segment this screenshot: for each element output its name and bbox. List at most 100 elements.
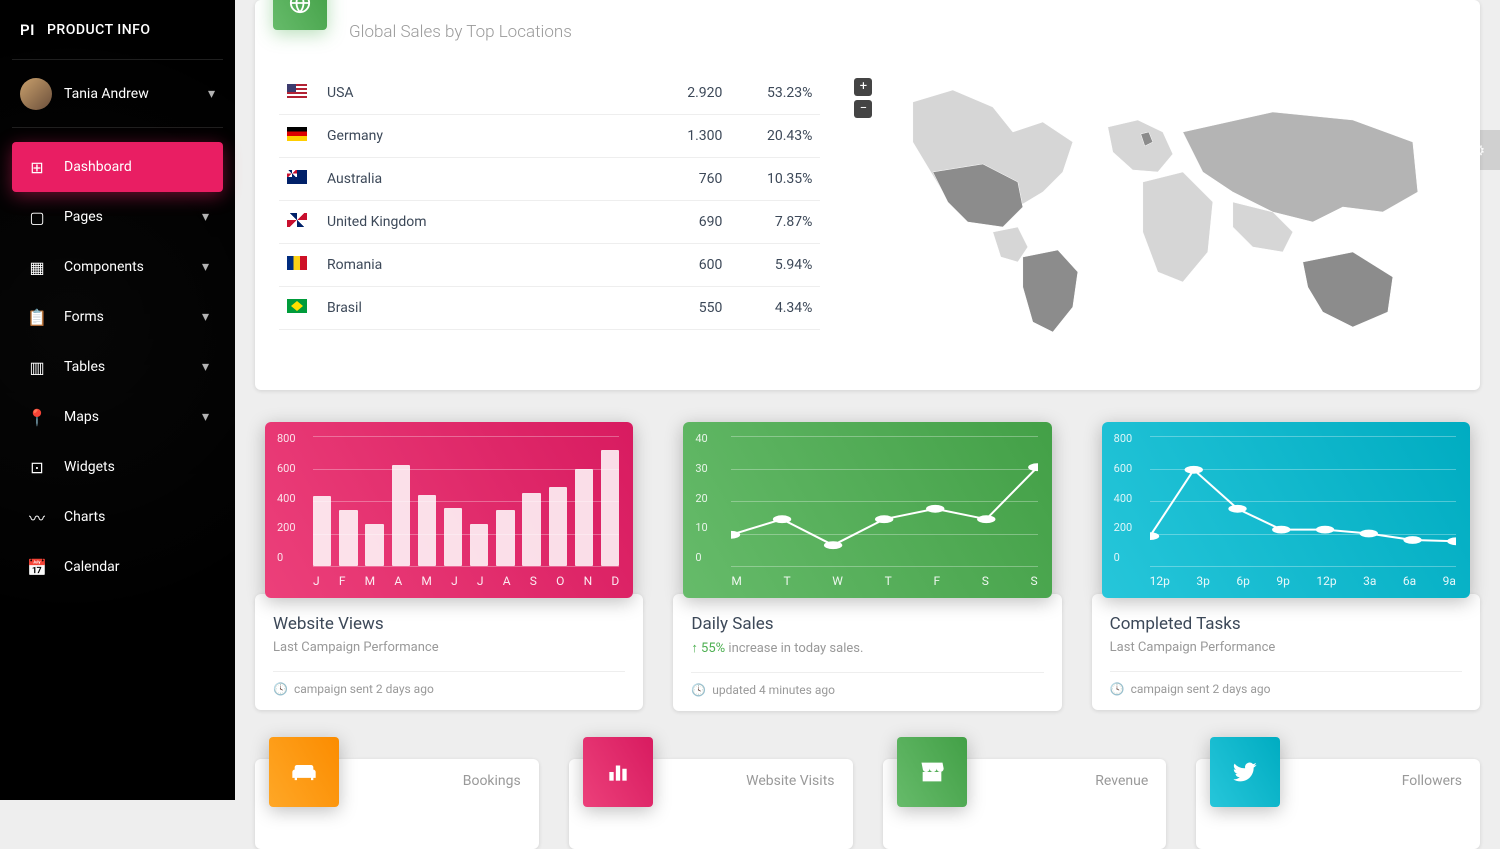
country-name: Brasil [319, 287, 640, 330]
sales-value: 550 [640, 287, 730, 330]
chart-title: Daily Sales [691, 614, 1043, 634]
nav-item-components[interactable]: ▦ Components ▾ [12, 242, 223, 292]
table-row: USA2.92053.23% [279, 72, 820, 115]
stat-card-revenue: Revenue [883, 759, 1167, 849]
chart-subtitle: Last Campaign Performance [273, 640, 625, 655]
flag-icon [287, 127, 307, 141]
mini-chart: 8006004002000 12p3p6p9p12p3a6a9a [1102, 422, 1470, 598]
chart-title: Website Views [273, 614, 625, 634]
x-axis: MTWTFSS [731, 574, 1037, 588]
nav-label: Components [64, 259, 144, 275]
stats-row: Bookings Website Visits Revenue Follower… [255, 759, 1480, 849]
stat-card-followers: Followers [1196, 759, 1480, 849]
main: Global Sales by Top Locations USA2.92053… [235, 0, 1500, 849]
table-row: Romania6005.94% [279, 244, 820, 287]
sales-value: 690 [640, 201, 730, 244]
plot-area [1150, 436, 1456, 566]
bar [444, 508, 462, 567]
map-svg [850, 72, 1456, 362]
y-axis: 8006004002000 [1114, 432, 1133, 564]
flag-icon [287, 84, 307, 98]
map-zoom-in[interactable]: + [854, 78, 872, 96]
nav-item-forms[interactable]: 📋 Forms ▾ [12, 292, 223, 342]
country-name: United Kingdom [319, 201, 640, 244]
nav-label: Forms [64, 309, 104, 325]
chevron-down-icon: ▾ [202, 359, 209, 375]
chevron-down-icon: ▾ [202, 309, 209, 325]
nav-label: Tables [64, 359, 105, 375]
nav-icon: ⊡ [26, 456, 48, 478]
chevron-down-icon: ▾ [202, 209, 209, 225]
plot-area [731, 436, 1037, 566]
sidebar: PI PRODUCT INFO Tania Andrew ▾ ⊞ Dashboar… [0, 0, 235, 800]
chevron-down-icon: ▾ [208, 86, 215, 102]
sales-value: 2.920 [640, 72, 730, 115]
flag-icon [287, 256, 307, 270]
nav-label: Maps [64, 409, 99, 425]
bar [418, 495, 436, 567]
chevron-down-icon: ▾ [202, 259, 209, 275]
nav-icon: ▥ [26, 356, 48, 378]
nav-icon: ▦ [26, 256, 48, 278]
table-row: Germany1.30020.43% [279, 115, 820, 158]
chart-footer: updated 4 minutes ago [712, 683, 835, 697]
global-sales-title: Global Sales by Top Locations [349, 22, 572, 42]
brand[interactable]: PI PRODUCT INFO [12, 0, 223, 60]
y-axis: 8006004002000 [277, 432, 296, 564]
nav-icon: 〰 [26, 506, 48, 528]
world-map[interactable]: + − [850, 72, 1456, 366]
chart-footer: campaign sent 2 days ago [294, 682, 434, 696]
nav-icon: 📋 [26, 306, 48, 328]
clock-icon: 🕓 [691, 683, 706, 697]
mini-charts-row: 8006004002000 JFMAMJJASOND Website Views… [255, 426, 1480, 711]
nav-label: Dashboard [64, 159, 132, 175]
sales-pct: 10.35% [730, 158, 820, 201]
nav-item-charts[interactable]: 〰 Charts [12, 492, 223, 542]
user-menu[interactable]: Tania Andrew ▾ [12, 60, 223, 128]
nav-icon: ⊞ [26, 156, 48, 178]
stat-card-bookings: Bookings [255, 759, 539, 849]
nav-label: Charts [64, 509, 105, 525]
country-name: Australia [319, 158, 640, 201]
bar [392, 465, 410, 566]
table-row: Brasil5504.34% [279, 287, 820, 330]
bar [496, 510, 514, 566]
nav-icon: 📅 [26, 556, 48, 578]
store-icon [897, 737, 967, 807]
sales-value: 1.300 [640, 115, 730, 158]
sales-pct: 7.87% [730, 201, 820, 244]
table-row: United Kingdom6907.87% [279, 201, 820, 244]
nav-item-widgets[interactable]: ⊡ Widgets [12, 442, 223, 492]
nav-icon: ▢ [26, 206, 48, 228]
bar [365, 524, 383, 566]
nav-item-tables[interactable]: ▥ Tables ▾ [12, 342, 223, 392]
chart-subtitle: Last Campaign Performance [1110, 640, 1462, 655]
bar [601, 450, 619, 566]
bar [522, 493, 540, 566]
nav-item-calendar[interactable]: 📅 Calendar [12, 542, 223, 592]
couch-icon [269, 737, 339, 807]
bar [339, 510, 357, 566]
clock-icon: 🕓 [273, 682, 288, 696]
map-zoom-out[interactable]: − [854, 100, 872, 118]
nav-label: Pages [64, 209, 103, 225]
flag-icon [287, 213, 307, 227]
global-sales-card: Global Sales by Top Locations USA2.92053… [255, 0, 1480, 390]
nav-item-maps[interactable]: 📍Maps▾ [12, 392, 223, 442]
chevron-down-icon: ▾ [202, 409, 209, 425]
mini-card-website_views: 8006004002000 JFMAMJJASOND Website Views… [255, 426, 643, 711]
nav-label: Calendar [64, 559, 120, 575]
nav-label: Widgets [64, 459, 115, 475]
nav-item-pages[interactable]: ▢ Pages ▾ [12, 192, 223, 242]
nav-item-dashboard[interactable]: ⊞ Dashboard [12, 142, 223, 192]
y-axis: 403020100 [695, 432, 707, 564]
plot-area [313, 436, 619, 566]
flag-icon [287, 170, 307, 184]
sales-pct: 20.43% [730, 115, 820, 158]
bar [575, 469, 593, 567]
bars-icon [583, 737, 653, 807]
sales-pct: 5.94% [730, 244, 820, 287]
twitter-icon [1210, 737, 1280, 807]
user-name: Tania Andrew [64, 86, 149, 102]
mini-chart: 8006004002000 JFMAMJJASOND [265, 422, 633, 598]
